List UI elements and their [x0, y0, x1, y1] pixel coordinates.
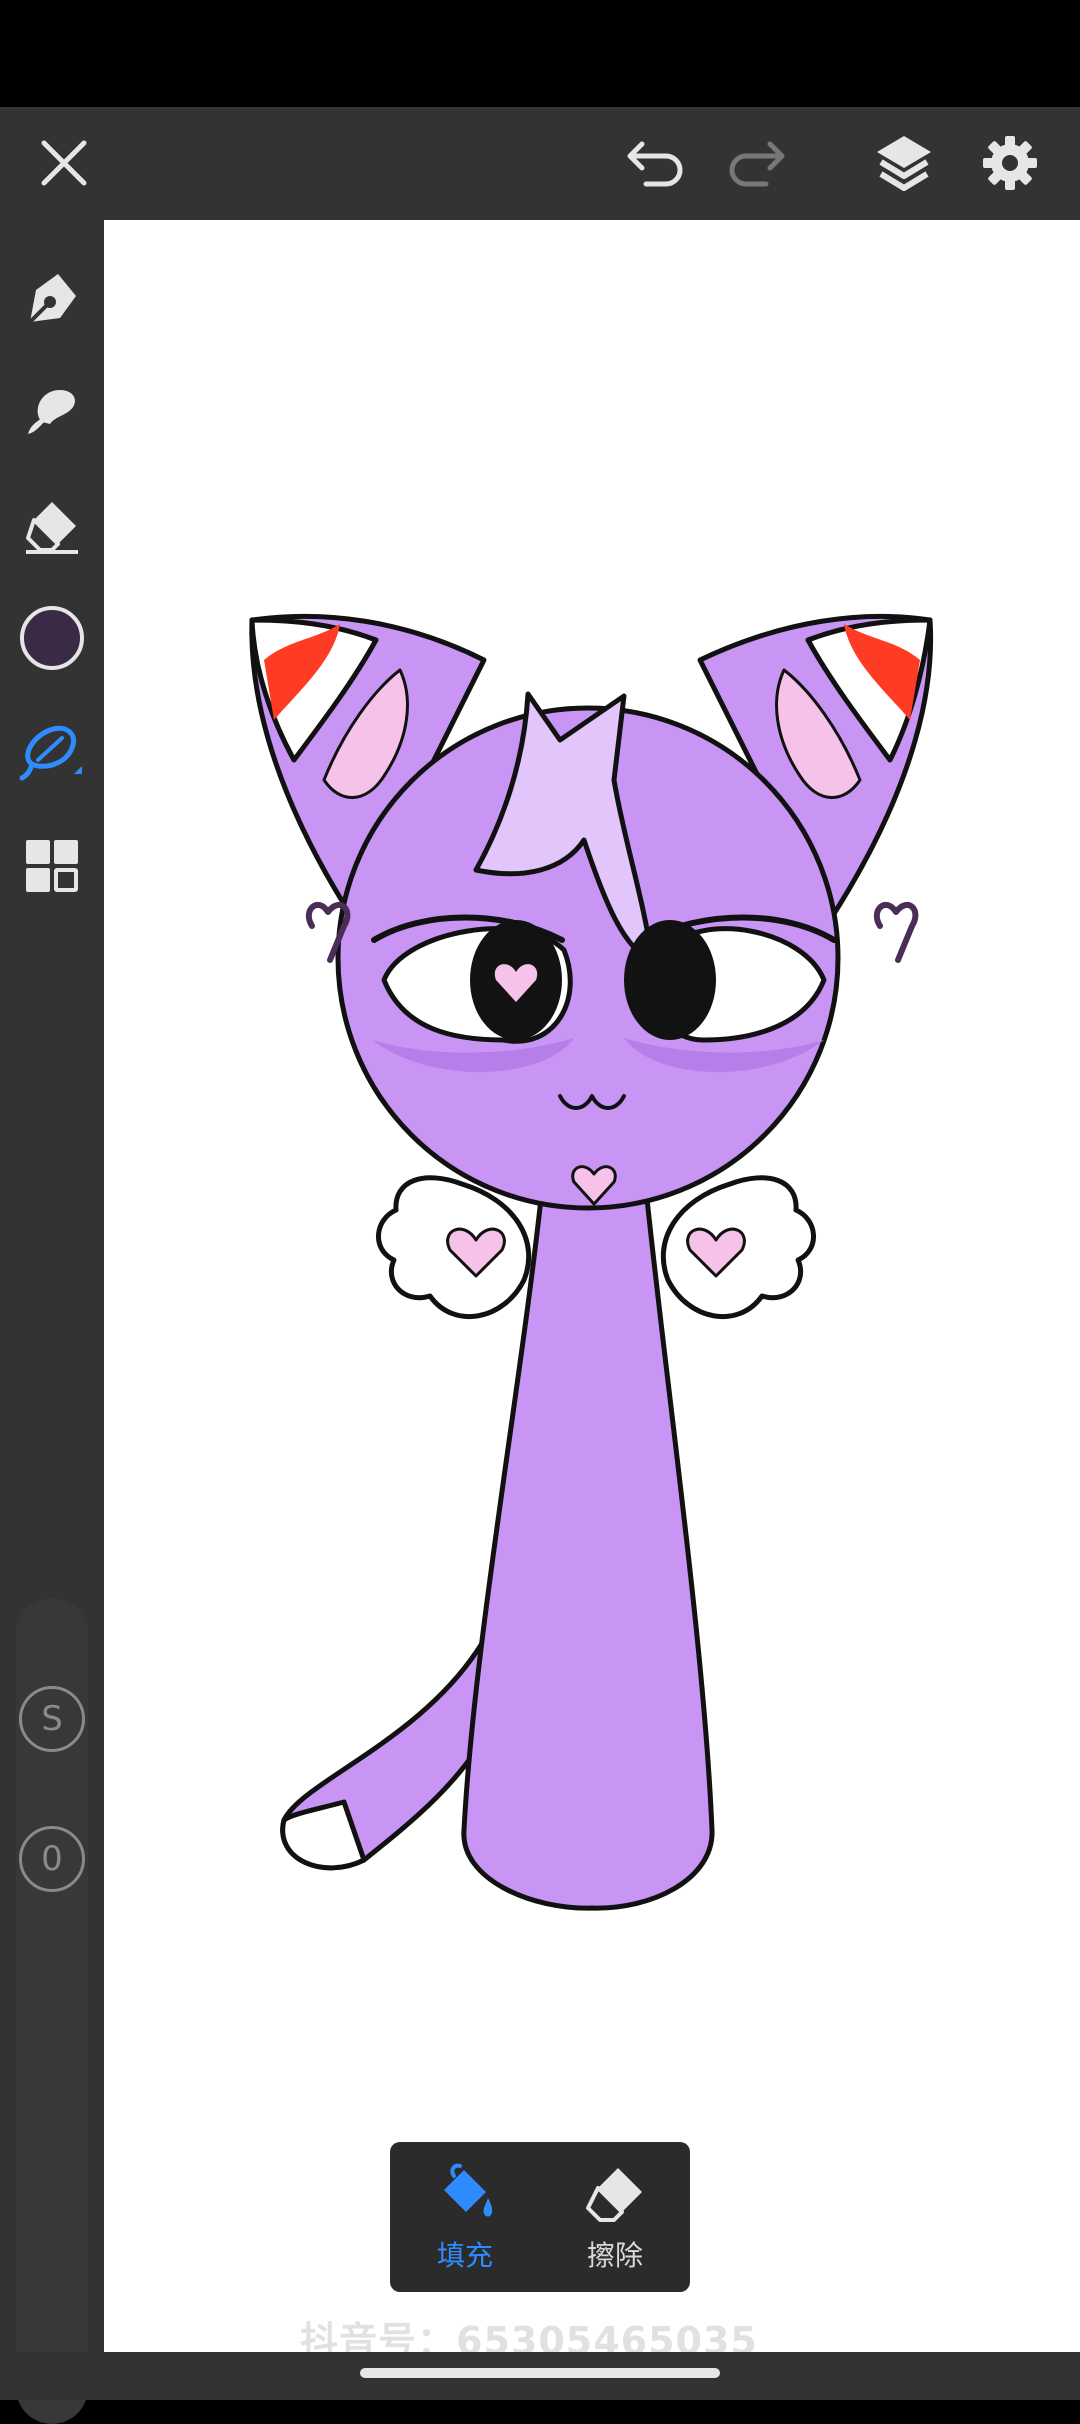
paint-bucket-icon	[444, 2163, 493, 2217]
home-indicator[interactable]	[360, 2368, 720, 2378]
top-toolbar	[0, 107, 1080, 220]
opacity-badge[interactable]: 0	[19, 1826, 85, 1892]
undo-icon[interactable]	[620, 133, 692, 193]
grid-icon[interactable]	[18, 832, 86, 900]
fill-erase-panel: 填充 擦除	[390, 2142, 690, 2292]
smudge-brush-icon[interactable]	[18, 378, 86, 446]
eraser-icon[interactable]	[18, 492, 86, 560]
close-icon[interactable]	[32, 131, 96, 195]
color-swatch[interactable]	[18, 604, 86, 672]
cat-character-illustration	[249, 613, 934, 1911]
status-bar	[0, 0, 1080, 107]
erase-label: 擦除	[586, 2239, 643, 2272]
drawing-canvas[interactable]	[104, 220, 1080, 2352]
size-badge[interactable]: S	[19, 1686, 85, 1752]
eraser-icon	[586, 2168, 642, 2222]
left-tool-rail: S 0	[0, 220, 104, 2424]
gear-icon[interactable]	[974, 129, 1046, 197]
fill-lasso-icon[interactable]	[14, 718, 90, 790]
fill-label: 填充	[436, 2239, 493, 2272]
pen-icon[interactable]	[18, 264, 86, 332]
redo-icon[interactable]	[720, 133, 792, 193]
layers-icon[interactable]	[868, 129, 940, 197]
erase-tool[interactable]: 擦除	[540, 2142, 690, 2292]
fill-tool[interactable]: 填充	[390, 2142, 540, 2292]
